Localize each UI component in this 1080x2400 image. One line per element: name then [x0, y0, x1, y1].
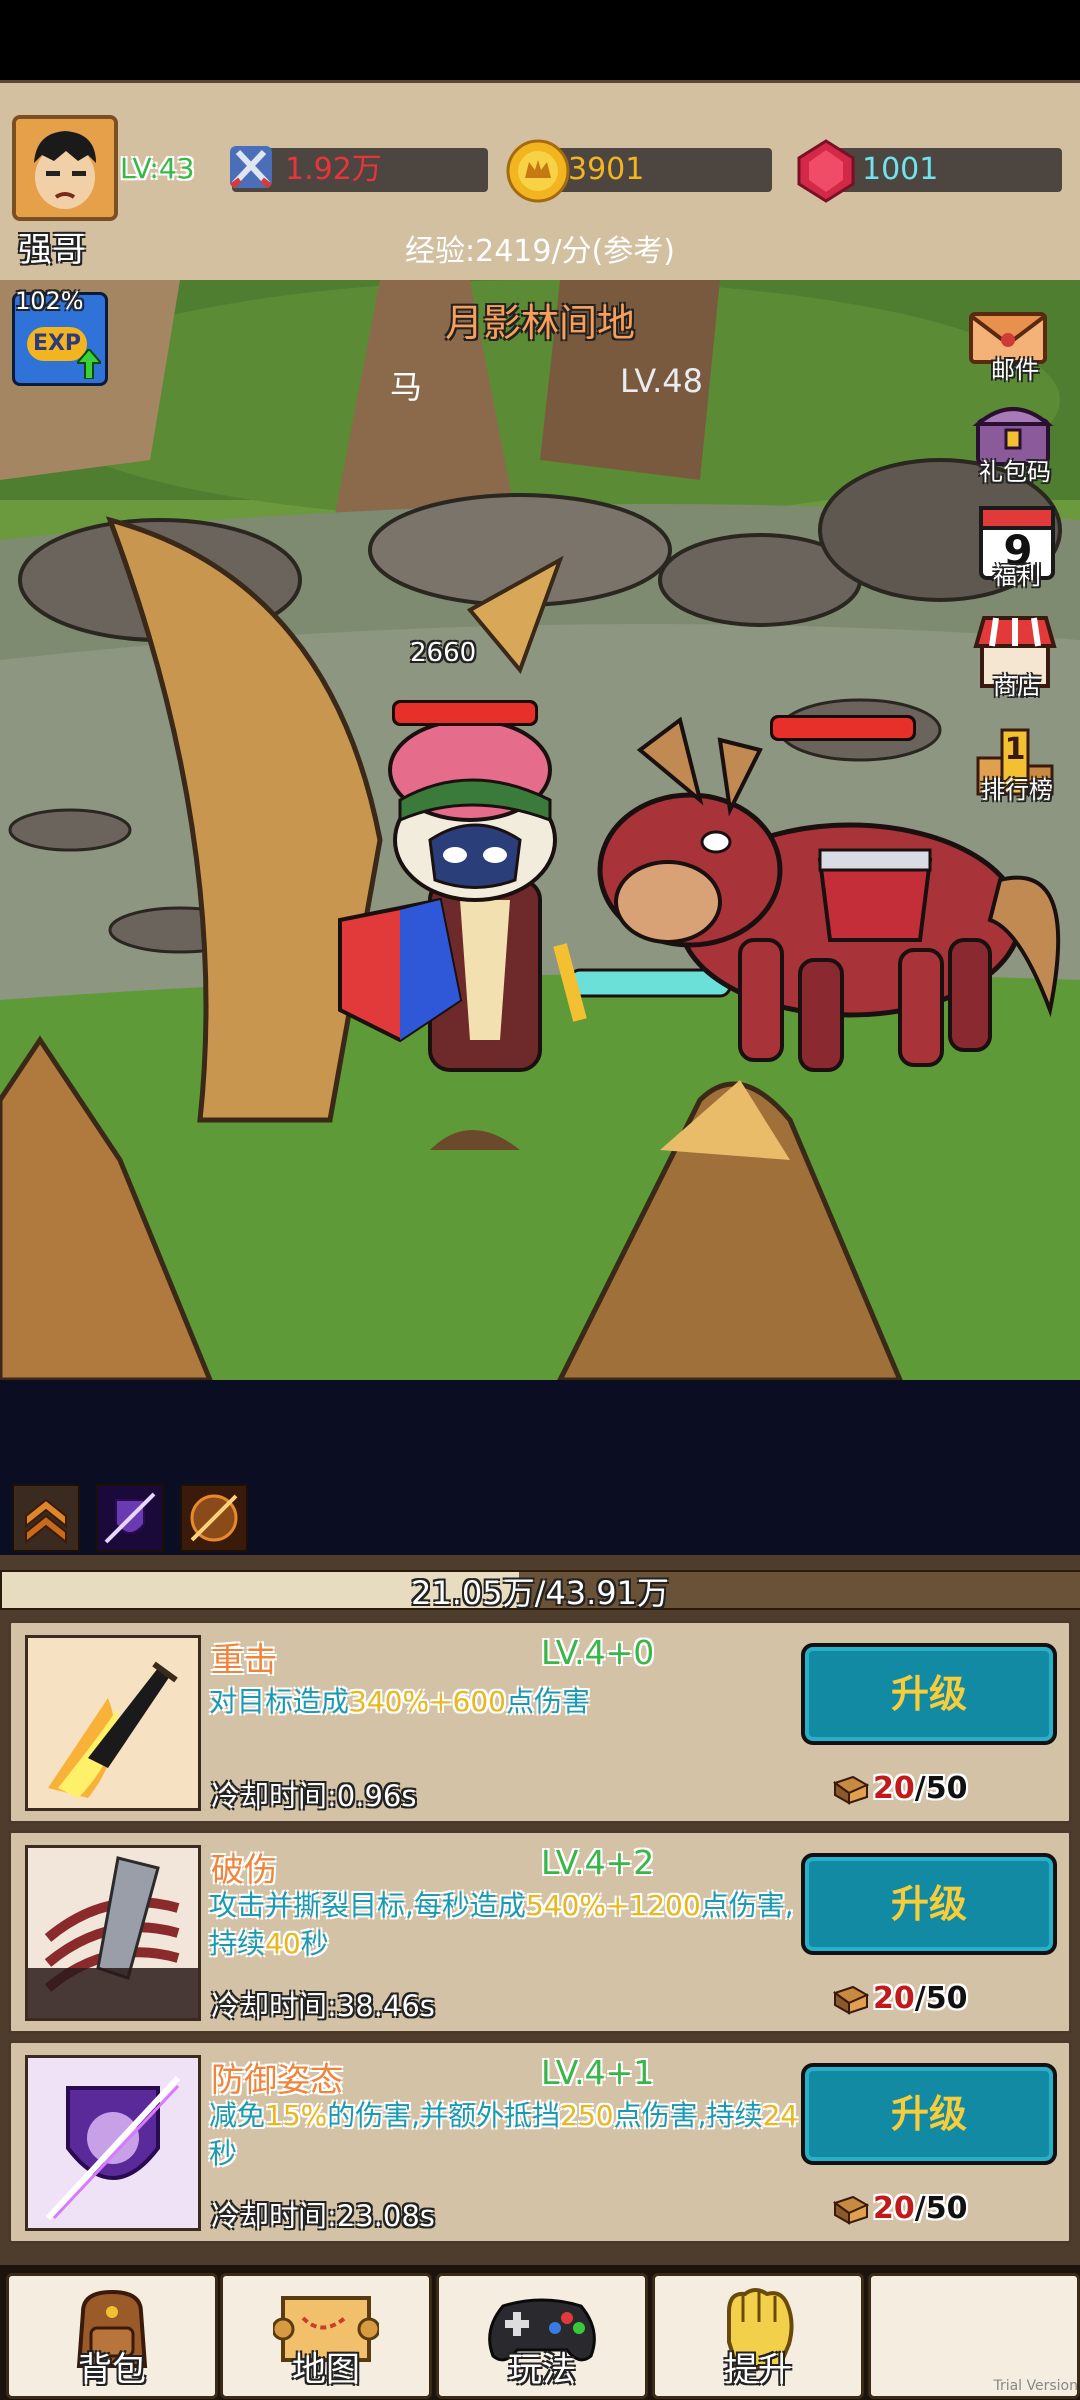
upgrade-button-defensive-stance[interactable]: 升级	[801, 2063, 1057, 2165]
side-label-ranking: 排行榜	[981, 776, 1053, 804]
nav-gameplay[interactable]: 玩法	[436, 2273, 648, 2399]
skill-desc-text: 点伤害	[505, 1685, 590, 1718]
crossed-swords-icon	[230, 146, 272, 189]
player-level: LV:43	[120, 152, 195, 185]
skill-card-defensive-stance: 防御姿态 LV.4+1 减免15%的伤害,并额外抵挡250点伤害,持续24 秒 冷…	[8, 2040, 1072, 2244]
nav-upgrade[interactable]: 提升	[652, 2273, 864, 2399]
player-avatar[interactable]	[12, 115, 118, 221]
damage-number: 2660	[410, 638, 477, 668]
purple-shield-icon	[28, 2058, 198, 2228]
forest-background	[0, 280, 1080, 1380]
nav-label-backpack: 背包	[78, 2350, 146, 2390]
flaming-sword-icon	[28, 1638, 198, 1808]
skill-desc-text: 攻击并撕裂目标,每秒造成	[209, 1889, 526, 1922]
skill-book-icon	[833, 2195, 869, 2225]
skill-desc-value: 24	[762, 2099, 799, 2132]
skill-card-rend: 破伤 LV.4+2 攻击并撕裂目标,每秒造成540%+1200点伤害,持续40秒…	[8, 1830, 1072, 2034]
side-label-gift-code: 礼包码	[979, 458, 1051, 486]
skill-desc-text: 秒	[300, 1927, 329, 1960]
skill-level-defensive-stance: LV.4+1	[541, 2053, 655, 2092]
nav-map[interactable]: 地图	[220, 2273, 432, 2399]
skill-book-icon	[833, 1775, 869, 1805]
skill-image-rend	[25, 1845, 201, 2021]
hero-hp-fill	[395, 703, 535, 723]
skill-desc-value: 15%	[265, 2099, 328, 2132]
gem-value: 1001	[862, 152, 939, 187]
gold-coin-icon[interactable]	[505, 138, 571, 204]
skill-tab-defense[interactable]	[96, 1484, 164, 1552]
cost-have: 20	[873, 1981, 915, 2016]
skill-desc-value: 250	[560, 2099, 614, 2132]
fire-slash-icon	[190, 1494, 238, 1542]
exp-rate-text: 经验:2419/分(参考)	[405, 234, 675, 269]
player-face-icon	[16, 119, 114, 217]
skill-desc-defensive-stance: 减免15%的伤害,并额外抵挡250点伤害,持续24 秒	[209, 2097, 799, 2173]
nav-label-map: 地图	[292, 2350, 360, 2390]
skill-desc-value: 40	[265, 1927, 301, 1960]
skill-exp-progress-text: 21.05万/43.91万	[410, 1574, 669, 1612]
hero-hp-bar	[392, 700, 538, 726]
skill-card-heavy-strike: 重击 LV.4+0 对目标造成340%+600点伤害 冷却时间:0.96s 升级…	[8, 1620, 1072, 1824]
skill-name-defensive-stance: 防御姿态	[211, 2060, 343, 2099]
green-up-arrow-icon	[77, 349, 101, 379]
skill-image-heavy-strike	[25, 1635, 201, 1811]
nav-backpack[interactable]: 背包	[6, 2273, 218, 2399]
skill-cost-rend: 20/50	[873, 1981, 967, 2016]
skill-cooldown-rend: 冷却时间:38.46s	[211, 1989, 435, 2023]
skill-desc-text: 对目标造成	[209, 1685, 350, 1718]
skill-image-defensive-stance	[25, 2055, 201, 2231]
skill-book-icon	[833, 1985, 869, 2015]
skill-tab-rank[interactable]	[12, 1484, 80, 1552]
enemy-name: 马	[390, 368, 423, 406]
skill-name-heavy-strike: 重击	[211, 1640, 277, 1679]
exp-boost-percent: 102%	[15, 287, 84, 315]
skill-tab-attack[interactable]	[180, 1484, 248, 1552]
skill-desc-heavy-strike: 对目标造成340%+600点伤害	[209, 1683, 809, 1721]
cost-need: /50	[914, 1771, 968, 1806]
upgrade-button-rend[interactable]: 升级	[801, 1853, 1057, 1955]
skill-level-rend: LV.4+2	[541, 1843, 655, 1882]
battle-scene: 2660 月影林间地 马 LV.48 102% EXP 邮件 礼包码 9 福利 …	[0, 280, 1080, 1380]
skill-desc-text: 的伤害,并额外抵挡	[327, 2099, 561, 2132]
cost-have: 20	[873, 2191, 915, 2226]
enemy-hp-fill	[773, 718, 913, 738]
purple-slash-icon	[104, 1492, 156, 1544]
power-value: 1.92万	[285, 152, 382, 187]
skill-desc-text: 秒	[209, 2137, 238, 2170]
cost-have: 20	[873, 1771, 915, 1806]
trial-watermark: Trial Version	[993, 2378, 1078, 2394]
cost-need: /50	[914, 1981, 968, 2016]
enemy-level: LV.48	[620, 362, 703, 400]
skill-desc-text: 点伤害,持续	[613, 2099, 763, 2132]
skill-level-heavy-strike: LV.4+0	[541, 1633, 655, 1672]
side-label-shop: 商店	[993, 672, 1041, 700]
skill-desc-value: 340%+600	[349, 1685, 506, 1718]
skill-cooldown-heavy-strike: 冷却时间:0.96s	[211, 1779, 417, 1813]
claw-slash-icon	[28, 1848, 198, 2018]
upgrade-button-heavy-strike[interactable]: 升级	[801, 1643, 1057, 1745]
skill-cost-defensive-stance: 20/50	[873, 2191, 967, 2226]
skill-cost-heavy-strike: 20/50	[873, 1771, 967, 1806]
gold-value: 3901	[568, 152, 645, 187]
cost-need: /50	[914, 2191, 968, 2226]
enemy-hp-bar	[770, 715, 916, 741]
nav-label-upgrade: 提升	[724, 2350, 792, 2390]
side-label-mail: 邮件	[991, 356, 1039, 384]
skill-cooldown-defensive-stance: 冷却时间:23.08s	[211, 2199, 435, 2233]
side-label-welfare: 福利	[993, 562, 1041, 590]
skill-desc-rend: 攻击并撕裂目标,每秒造成540%+1200点伤害,持续40秒	[209, 1887, 799, 1963]
area-name: 月影林间地	[444, 301, 635, 345]
skill-desc-value: 540%+1200	[525, 1889, 701, 1922]
rank-up-icon	[25, 1498, 67, 1545]
skill-desc-text: 减免	[209, 2099, 266, 2132]
nav-label-gameplay: 玩法	[508, 2350, 576, 2390]
ranking-badge: 1	[1004, 732, 1026, 767]
skill-name-rend: 破伤	[211, 1850, 277, 1889]
red-gem-icon[interactable]	[795, 138, 857, 204]
exp-boost-button[interactable]: 102% EXP	[12, 287, 108, 386]
